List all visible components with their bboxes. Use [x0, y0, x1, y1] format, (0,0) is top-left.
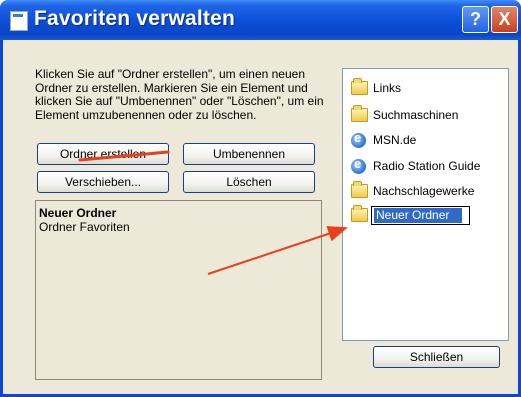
annotation-underline [78, 150, 170, 162]
annotation-arrow [207, 226, 348, 275]
annotation-overlay [78, 150, 348, 275]
